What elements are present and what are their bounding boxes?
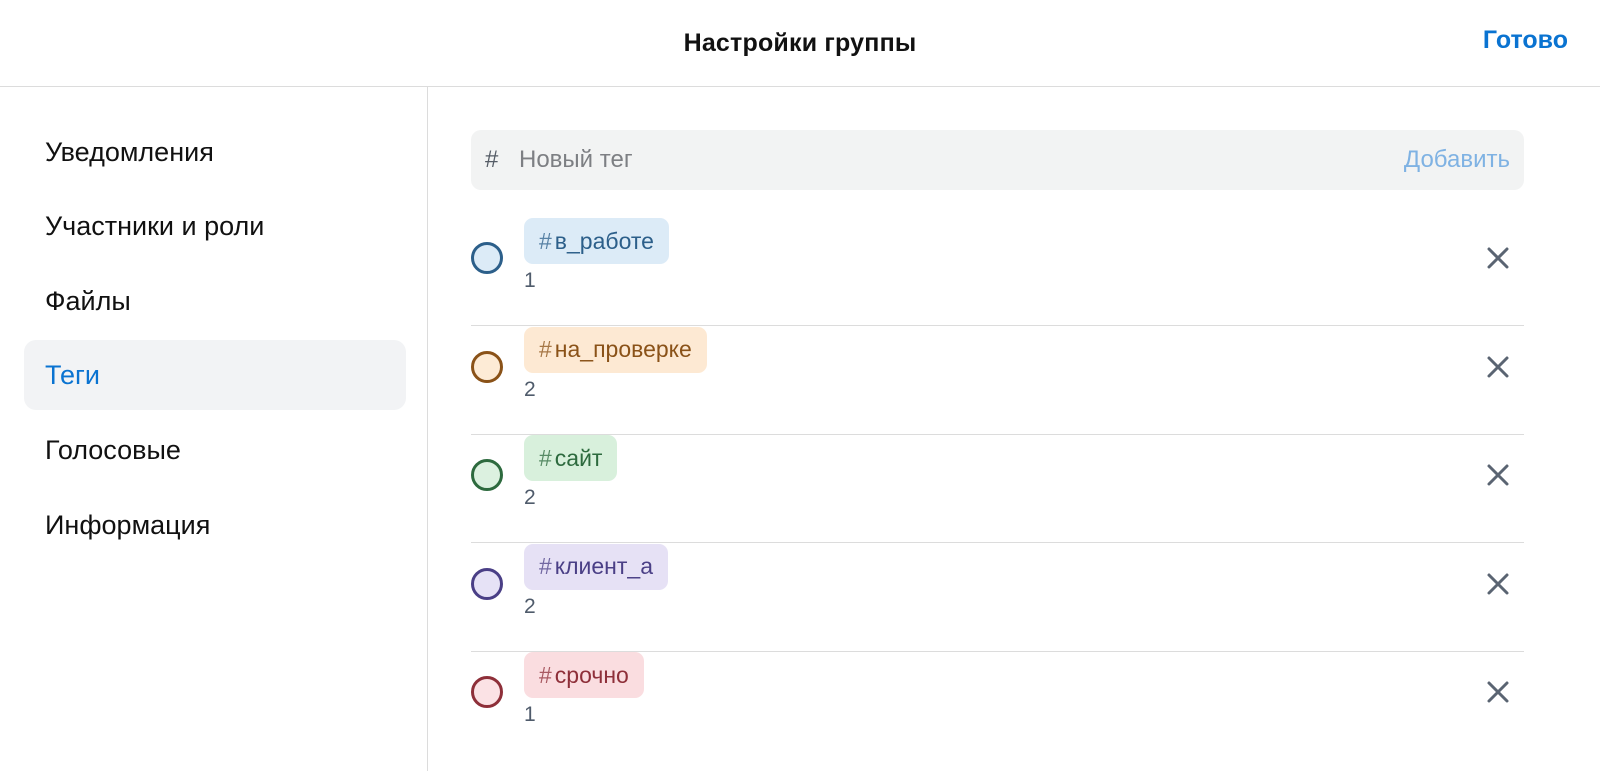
hash-icon: # — [539, 227, 552, 254]
tag-chip[interactable]: # в_работе — [524, 218, 669, 264]
tag-color-radio[interactable] — [471, 567, 503, 600]
done-button[interactable]: Готово — [1483, 26, 1568, 55]
tag-count: 2 — [524, 594, 536, 618]
hash-icon: # — [539, 661, 552, 688]
new-tag-input[interactable] — [517, 145, 1404, 175]
group-settings-modal: Настройки группы Готово Уведомления Учас… — [0, 0, 1600, 771]
sidebar-item-members[interactable]: Участники и роли — [24, 191, 406, 261]
modal-header: Настройки группы Готово — [0, 0, 1600, 87]
tag-chip[interactable]: # сайт — [524, 435, 618, 481]
tag-count: 1 — [524, 269, 536, 292]
tag-chip[interactable]: # срочно — [524, 652, 644, 698]
tag-color-radio[interactable] — [471, 676, 503, 708]
tag-color-radio[interactable] — [471, 350, 503, 383]
tag-color-radio[interactable] — [471, 242, 503, 274]
tag-row: # на_проверке 2 — [471, 326, 1524, 435]
tag-count: 2 — [524, 377, 536, 401]
tag-name: срочно — [554, 661, 629, 688]
new-tag-row: # Добавить — [471, 130, 1524, 190]
close-icon[interactable] — [1484, 244, 1512, 272]
tag-name: клиент_а — [554, 553, 653, 579]
tags-panel: # Добавить #в_работе1#на_проверке2#сайт2… — [428, 87, 1600, 771]
sidebar-item-notifications[interactable]: Уведомления — [24, 117, 406, 187]
tag-color-radio[interactable] — [471, 459, 503, 491]
tag-count: 1 — [524, 703, 536, 726]
close-icon[interactable] — [1484, 461, 1512, 489]
sidebar-item-tags[interactable]: Теги — [24, 340, 406, 410]
tag-row: # срочно 1 — [471, 652, 1524, 760]
tag-name: на_проверке — [554, 336, 692, 362]
close-icon[interactable] — [1484, 678, 1512, 706]
hash-icon: # — [485, 146, 499, 173]
close-icon[interactable] — [1484, 570, 1512, 598]
tag-name: сайт — [554, 444, 603, 471]
tag-name: в_работе — [554, 227, 654, 254]
hash-icon: # — [539, 444, 552, 471]
add-tag-button[interactable]: Добавить — [1404, 146, 1510, 174]
tag-row: # клиент_а 2 — [471, 543, 1524, 652]
tag-count: 2 — [524, 486, 536, 509]
hash-icon: # — [539, 553, 552, 579]
tag-chip[interactable]: # клиент_а — [524, 543, 668, 590]
sidebar-item-voice[interactable]: Голосовые — [24, 415, 406, 485]
close-icon[interactable] — [1484, 353, 1512, 381]
modal-body: Уведомления Участники и роли Файлы Теги … — [0, 87, 1600, 771]
hash-icon: # — [539, 336, 552, 362]
tag-row: # в_работе 1 — [471, 218, 1524, 326]
sidebar-item-info[interactable]: Информация — [24, 490, 406, 560]
sidebar-item-files[interactable]: Файлы — [24, 266, 406, 336]
page-title: Настройки группы — [683, 28, 917, 57]
tag-chip[interactable]: # на_проверке — [524, 326, 707, 373]
tag-row: # сайт 2 — [471, 435, 1524, 543]
sidebar: Уведомления Участники и роли Файлы Теги … — [0, 87, 428, 771]
